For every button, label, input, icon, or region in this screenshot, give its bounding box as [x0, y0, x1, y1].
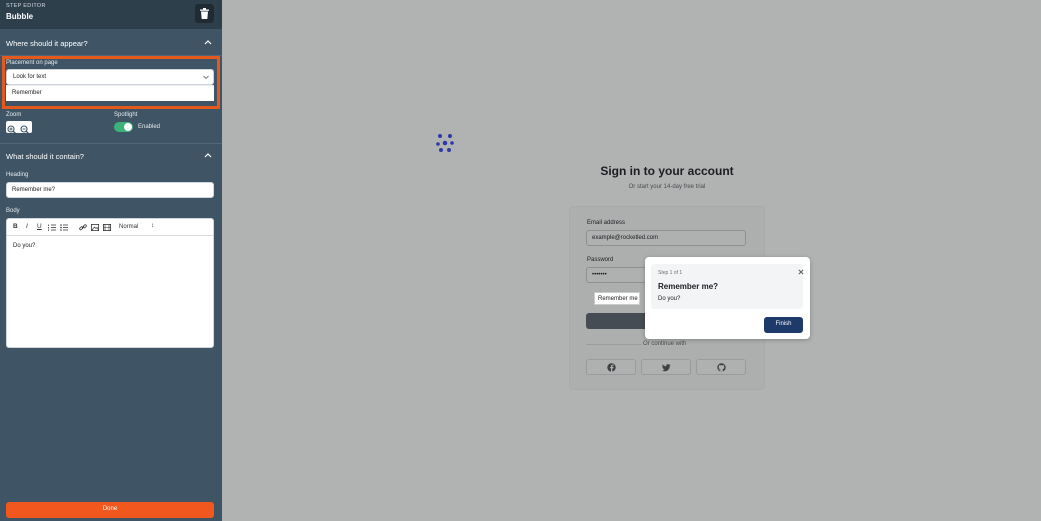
zoom-in-button[interactable]: [7, 122, 18, 135]
email-label: Email address: [587, 220, 626, 226]
bubble-heading: Remember me?: [658, 282, 719, 291]
trash-icon: [200, 8, 209, 19]
tour-bubble: Step 1 of 1 Remember me? Do you? Finish: [645, 257, 810, 339]
spotlight-toggle[interactable]: [114, 122, 133, 132]
brand-logo-icon: [436, 134, 454, 152]
bubble-step-counter: Step 1 of 1: [658, 270, 683, 276]
bubble-body: Do you?: [658, 296, 681, 302]
signin-title: Sign in to your account: [600, 164, 734, 178]
ordered-list-icon[interactable]: [48, 224, 56, 231]
body-editor[interactable]: B I U Normal ↕ Do you?: [6, 218, 214, 348]
body-label: Body: [6, 208, 20, 214]
editor-title: Bubble: [6, 12, 34, 21]
heading-input[interactable]: Remember me?: [6, 182, 214, 198]
heading-input-value: Remember me?: [12, 187, 56, 193]
password-label: Password: [587, 257, 614, 263]
placement-section-title: Where should it appear?: [6, 39, 88, 48]
placement-section-header[interactable]: Where should it appear?: [0, 31, 222, 55]
remember-me-target[interactable]: Remember me: [594, 292, 640, 305]
chevron-up-icon: [204, 153, 212, 158]
underline-button[interactable]: U: [37, 223, 42, 230]
step-editor-sidebar: STEP EDITOR Bubble Where should it appea…: [0, 0, 222, 521]
password-field[interactable]: •••••••: [586, 267, 646, 283]
heading-label: Heading: [6, 172, 29, 178]
twitter-button[interactable]: [641, 359, 691, 375]
spotlight-label: Spotlight: [114, 112, 138, 118]
toggle-knob: [124, 123, 132, 131]
body-editor-content[interactable]: Do you?: [13, 243, 35, 249]
delete-step-button[interactable]: [195, 4, 214, 23]
editor-header: STEP EDITOR Bubble: [0, 0, 222, 29]
twitter-icon: [662, 364, 671, 372]
bullet-list-icon[interactable]: [60, 224, 68, 231]
remember-me-label: Remember me: [598, 296, 638, 302]
video-icon[interactable]: [103, 224, 111, 231]
text-size-caret-icon: ↕: [151, 223, 154, 229]
content-section-header[interactable]: What should it contain?: [0, 144, 222, 168]
rich-text-toolbar: B I U Normal ↕: [7, 219, 213, 236]
finish-button[interactable]: Finish: [764, 317, 803, 333]
github-button[interactable]: [696, 359, 746, 375]
facebook-button[interactable]: [586, 359, 636, 375]
zoom-controls: [6, 121, 32, 135]
email-field-value: example@rocketled.com: [592, 235, 659, 241]
signin-subtitle[interactable]: Or start your 14-day free trial: [540, 184, 794, 190]
password-field-value: •••••••: [592, 272, 607, 278]
close-icon[interactable]: [798, 269, 804, 275]
zoom-in-icon: [7, 125, 17, 135]
facebook-icon: [607, 363, 616, 372]
editor-kicker: STEP EDITOR: [6, 3, 46, 9]
zoom-out-button[interactable]: [20, 122, 31, 135]
spotlight-state: Enabled: [138, 124, 161, 130]
italic-button[interactable]: I: [26, 223, 28, 230]
chevron-up-icon: [204, 40, 212, 45]
email-field[interactable]: example@rocketled.com: [586, 230, 746, 246]
image-icon[interactable]: [91, 224, 99, 231]
bubble-content: Step 1 of 1 Remember me? Do you?: [651, 264, 804, 309]
done-button-label: Done: [102, 506, 118, 512]
zoom-label: Zoom: [6, 112, 22, 118]
divider: [586, 344, 642, 345]
focus-highlight: [2, 56, 220, 109]
github-icon: [717, 363, 726, 372]
zoom-out-icon: [20, 125, 30, 135]
link-icon[interactable]: [79, 224, 87, 231]
content-section-title: What should it contain?: [6, 152, 84, 161]
finish-button-label: Finish: [775, 321, 792, 327]
signin-button[interactable]: [586, 313, 646, 329]
or-continue-text: Or continue with: [643, 341, 687, 347]
text-size-select[interactable]: Normal: [119, 224, 138, 230]
done-button[interactable]: Done: [6, 502, 214, 518]
bold-button[interactable]: B: [13, 223, 18, 230]
